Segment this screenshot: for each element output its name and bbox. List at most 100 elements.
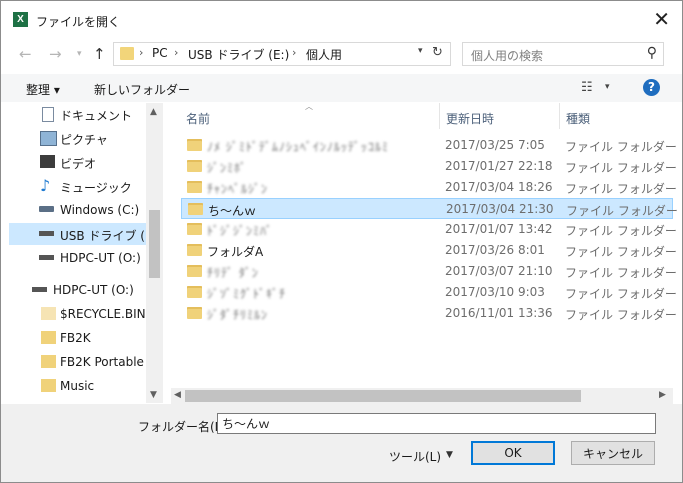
folder-icon <box>187 307 202 319</box>
table-row[interactable]: ﾉﾒ ｼﾞﾐﾄﾞﾃﾞﾑﾉｼｭﾍﾞｲﾝﾉﾙｯﾃﾞｯｺﾙﾐ 2017/03/25 7… <box>181 135 677 156</box>
documents-icon <box>42 107 54 122</box>
excel-app-icon: X <box>13 12 28 27</box>
column-header-name[interactable]: 名前 <box>186 110 210 127</box>
chevron-right-icon[interactable]: › <box>139 46 143 59</box>
file-date: 2017/03/04 21:30 <box>446 202 554 216</box>
file-name: ち〜んｗ <box>208 204 257 218</box>
file-date: 2017/03/25 7:05 <box>445 138 545 152</box>
folder-icon <box>41 307 56 320</box>
folder-icon <box>187 160 202 172</box>
pictures-icon <box>40 131 57 146</box>
close-icon[interactable]: ✕ <box>653 9 670 29</box>
recent-chevron-icon[interactable]: ▾ <box>77 49 82 59</box>
organize-button[interactable]: 整理 ▾ <box>26 81 60 98</box>
nav-scrollbar[interactable]: ▲ ▼ <box>146 103 163 403</box>
file-name: ﾁｬﾝﾍﾞﾙｼﾞﾝ <box>207 182 269 196</box>
forward-arrow-icon[interactable]: → <box>49 45 62 63</box>
view-options-icon[interactable]: ☷ <box>581 80 593 95</box>
file-date: 2017/03/04 18:26 <box>445 180 553 194</box>
nav-item-windows-c[interactable]: Windows (C:) <box>9 199 146 221</box>
nav-item-hdpc-ut-o-root[interactable]: HDPC-UT (O:) <box>9 279 146 301</box>
column-divider[interactable] <box>439 103 440 129</box>
file-type: ファイル フォルダー <box>565 245 677 259</box>
nav-label: $RECYCLE.BIN <box>60 307 146 321</box>
nav-label: ビデオ <box>60 157 97 171</box>
folder-icon <box>188 203 203 215</box>
nav-item-hdpc-ut-o[interactable]: HDPC-UT (O:) <box>9 247 146 269</box>
help-icon[interactable]: ? <box>643 79 660 96</box>
search-input[interactable]: 個人用の検索 <box>471 47 543 64</box>
nav-item-music[interactable]: ♪ ミュージック <box>9 175 146 197</box>
breadcrumb-usb-drive[interactable]: USB ドライブ (E:) <box>188 46 289 63</box>
title-bar: X ファイルを開く ✕ <box>1 1 682 39</box>
file-name: ﾄﾞｼﾞｼﾞﾝﾐﾊﾞ <box>207 224 274 238</box>
scroll-right-icon[interactable]: ▶ <box>659 390 666 400</box>
nav-item-pictures[interactable]: ピクチャ <box>9 127 146 149</box>
table-row-selected[interactable]: ち〜んｗ 2017/03/04 21:30 ファイル フォルダー <box>181 198 678 219</box>
table-row[interactable]: ｼﾞｿﾞﾐｸﾞﾄﾞｷﾞﾁ 2017/03/10 9:03 ファイル フォルダー <box>181 282 677 303</box>
music-icon: ♪ <box>40 176 51 195</box>
file-date: 2016/11/01 13:36 <box>445 306 553 320</box>
horizontal-scrollbar[interactable]: ◀ ▶ <box>171 388 673 404</box>
table-row[interactable]: ﾁｬﾝﾍﾞﾙｼﾞﾝ 2017/03/04 18:26 ファイル フォルダー <box>181 177 677 198</box>
nav-item-music-folder[interactable]: Music <box>9 375 146 397</box>
chevron-right-icon[interactable]: › <box>292 46 296 59</box>
dialog-title: ファイルを開く <box>36 15 121 29</box>
breadcrumb-personal[interactable]: 個人用 <box>306 46 342 63</box>
search-icon[interactable]: ⚲ <box>647 45 657 61</box>
file-date: 2017/03/10 9:03 <box>445 285 545 299</box>
back-arrow-icon[interactable]: ← <box>19 45 32 63</box>
navigation-pane: ドキュメント ピクチャ ビデオ ♪ ミュージック Windows (C:) US… <box>9 103 162 403</box>
column-header-type[interactable]: 種類 <box>566 110 590 127</box>
folder-icon <box>187 139 202 151</box>
nav-label: HDPC-UT (O:) <box>53 283 134 297</box>
file-type: ファイル フォルダー <box>565 140 677 154</box>
folder-icon <box>41 355 56 368</box>
search-box[interactable]: 個人用の検索 ⚲ <box>462 42 664 66</box>
chevron-down-icon[interactable]: ▾ <box>605 82 610 92</box>
column-header-date[interactable]: 更新日時 <box>446 110 494 127</box>
refresh-icon[interactable]: ↻ <box>432 45 443 60</box>
folder-icon <box>187 286 202 298</box>
nav-item-fb2k-portable[interactable]: FB2K Portable <box>9 351 146 373</box>
scrollbar-thumb[interactable] <box>185 390 581 402</box>
table-row[interactable]: ﾁﾘﾃﾞ ﾀﾞﾝ 2017/03/07 21:10 ファイル フォルダー <box>181 261 677 282</box>
file-date: 2017/01/07 13:42 <box>445 222 553 236</box>
chevron-right-icon[interactable]: › <box>174 46 178 59</box>
nav-item-fb2k[interactable]: FB2K <box>9 327 146 349</box>
file-type: ファイル フォルダー <box>565 287 677 301</box>
file-name: ﾁﾘﾃﾞ ﾀﾞﾝ <box>207 266 259 280</box>
folder-icon <box>187 265 202 277</box>
nav-item-recycle-bin[interactable]: $RECYCLE.BIN <box>9 303 146 325</box>
ok-button[interactable]: OK <box>471 441 555 465</box>
scrollbar-thumb[interactable] <box>149 210 160 278</box>
breadcrumb-pc[interactable]: PC <box>152 46 168 60</box>
tools-menu[interactable]: ツール(L) <box>389 448 441 465</box>
column-divider[interactable] <box>559 103 560 129</box>
cancel-button[interactable]: キャンセル <box>571 441 655 465</box>
nav-item-usb-drive-e[interactable]: USB ドライブ (E:) <box>9 223 161 245</box>
nav-item-videos[interactable]: ビデオ <box>9 151 146 173</box>
folder-name-input[interactable]: ち〜んｗ <box>217 413 656 434</box>
new-folder-button[interactable]: 新しいフォルダー <box>94 81 190 98</box>
scroll-down-icon[interactable]: ▼ <box>150 390 157 400</box>
address-bar[interactable]: › PC › USB ドライブ (E:) › 個人用 ▾ ↻ <box>113 42 451 66</box>
file-date: 2017/03/26 8:01 <box>445 243 545 257</box>
nav-item-documents[interactable]: ドキュメント <box>9 103 146 125</box>
scroll-up-icon[interactable]: ▲ <box>150 107 157 117</box>
file-type: ファイル フォルダー <box>565 266 677 280</box>
nav-label: Windows (C:) <box>60 203 140 217</box>
up-arrow-icon[interactable]: ↑ <box>93 45 106 63</box>
sort-ascending-icon: ︿ <box>305 102 313 111</box>
table-row[interactable]: フォルダA 2017/03/26 8:01 ファイル フォルダー <box>181 240 677 261</box>
table-row[interactable]: ｼﾞﾀﾞﾁﾘﾐﾙﾝ 2016/11/01 13:36 ファイル フォルダー <box>181 303 677 324</box>
folder-icon <box>41 379 56 392</box>
folder-icon <box>41 331 56 344</box>
chevron-down-icon[interactable]: ▾ <box>418 46 423 56</box>
file-date: 2017/03/07 21:10 <box>445 264 553 278</box>
file-name: ｼﾞﾀﾞﾁﾘﾐﾙﾝ <box>207 308 269 322</box>
scroll-left-icon[interactable]: ◀ <box>174 390 181 400</box>
chevron-down-icon[interactable]: ▼ <box>446 450 453 460</box>
table-row[interactable]: ｼﾞﾝﾐﾎﾞ 2017/01/27 22:18 ファイル フォルダー <box>181 156 677 177</box>
table-row[interactable]: ﾄﾞｼﾞｼﾞﾝﾐﾊﾞ 2017/01/07 13:42 ファイル フォルダー <box>181 219 677 240</box>
